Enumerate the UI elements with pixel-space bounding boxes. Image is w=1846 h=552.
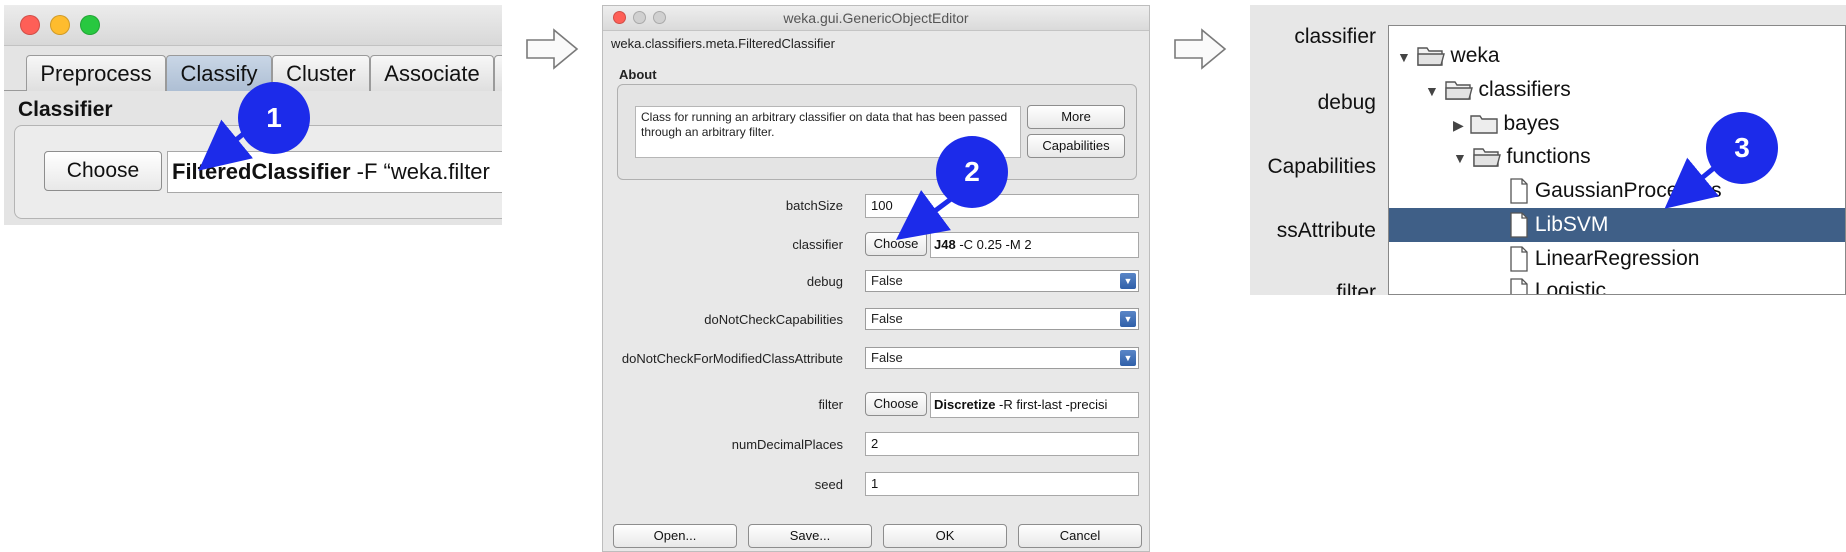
step-badge-1: 1 [238, 82, 310, 154]
step-badge-2: 2 [936, 136, 1008, 208]
pointer-arrow-2 [895, 190, 957, 240]
step-badge-3: 3 [1706, 112, 1778, 184]
